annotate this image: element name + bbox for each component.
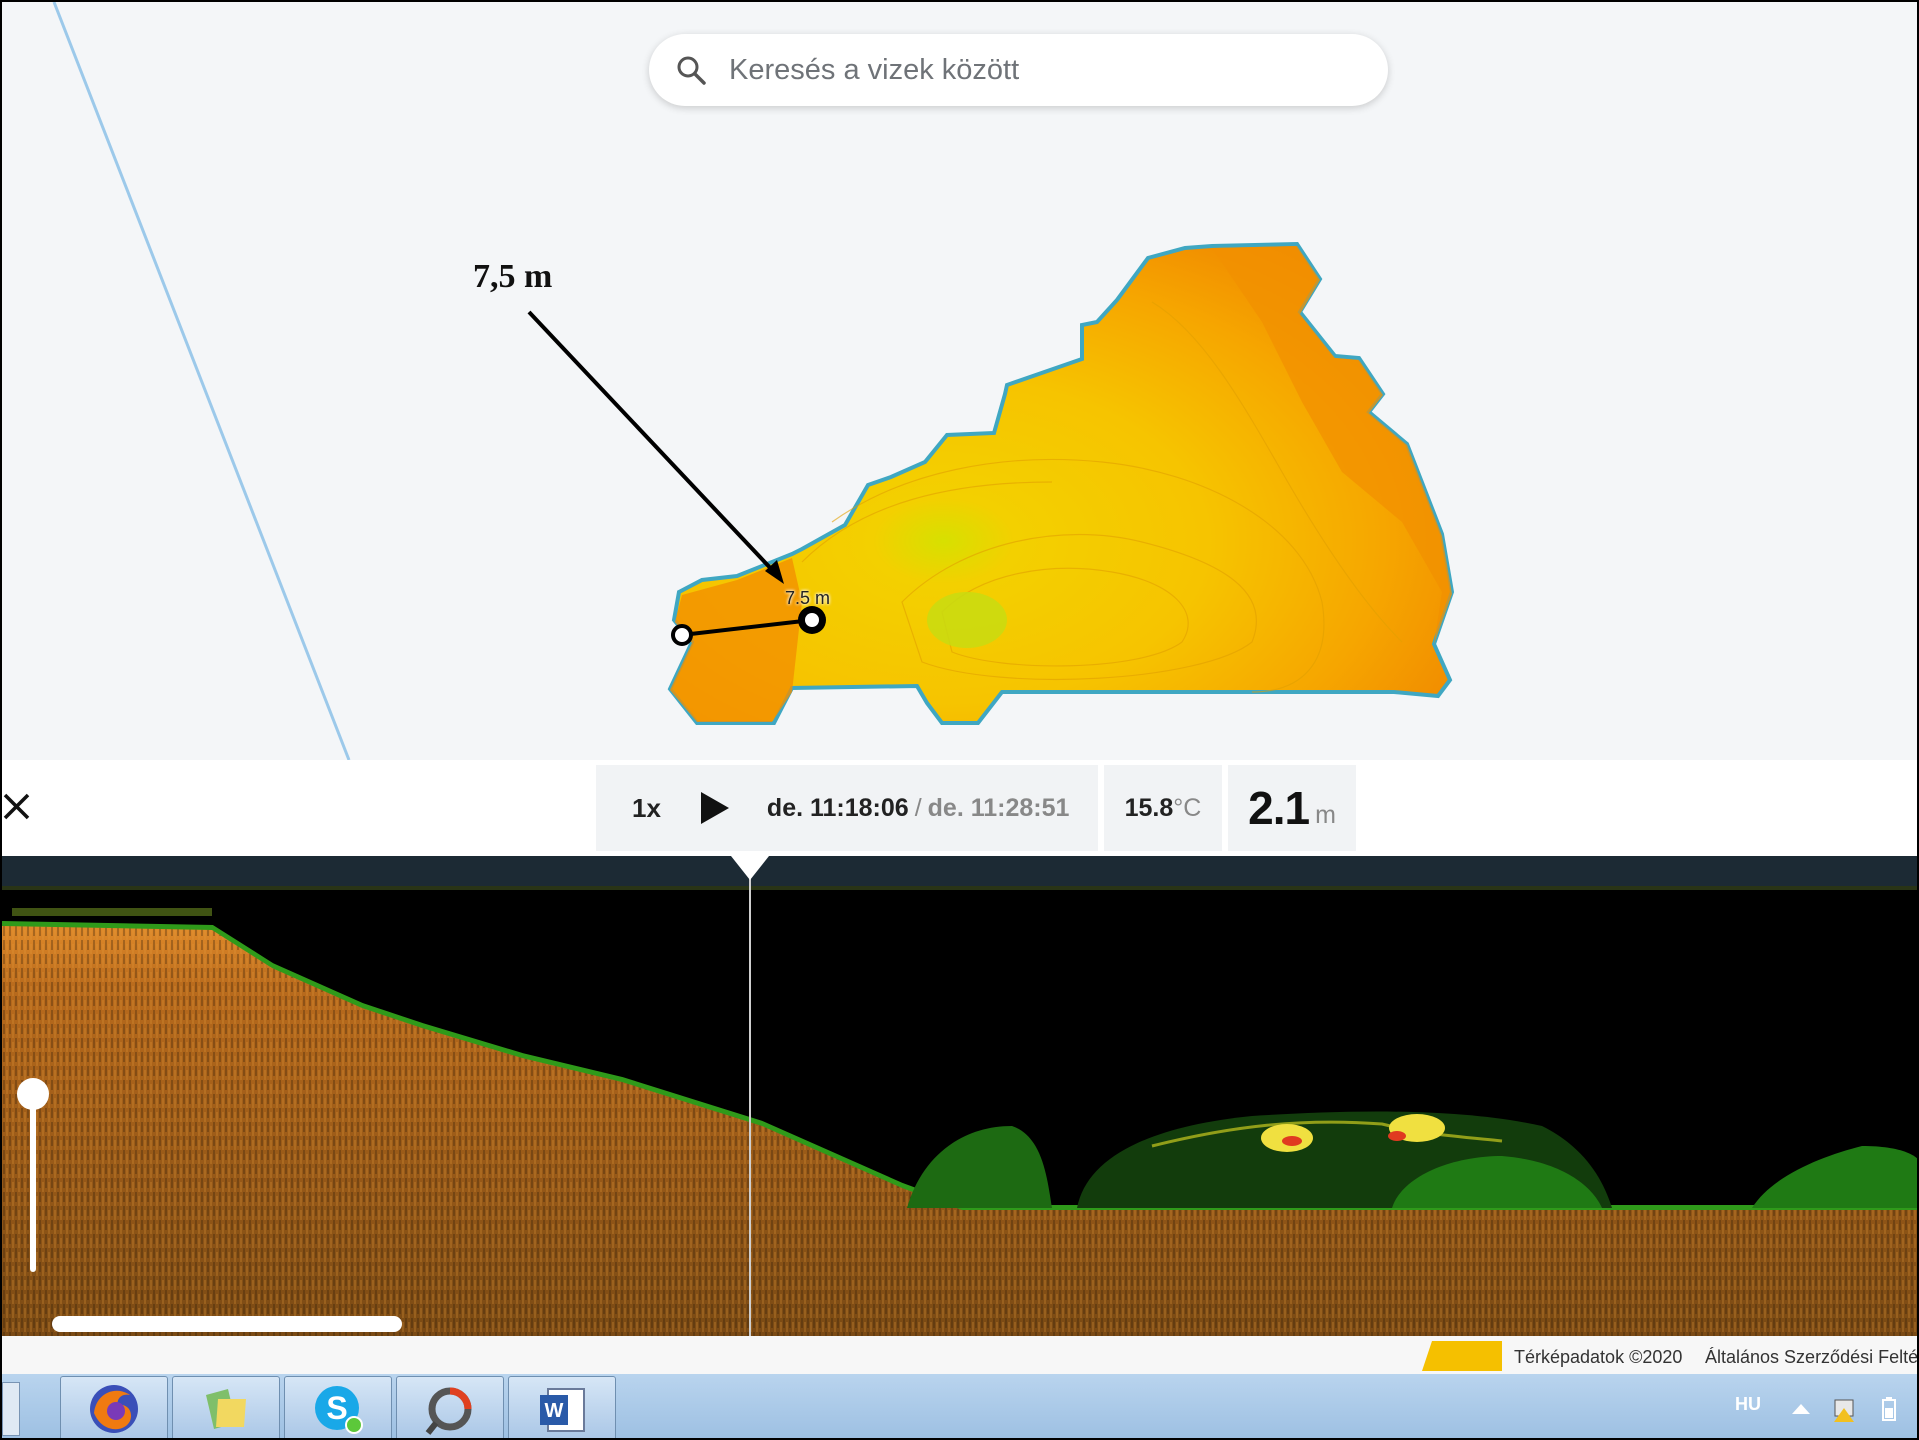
map-provider-logo (1422, 1341, 1502, 1371)
taskbar-app[interactable] (396, 1376, 504, 1438)
depth-unit: m (1315, 800, 1336, 829)
surface-line (2, 886, 1917, 890)
word-icon: W (540, 1388, 585, 1432)
depth-value: 2.1 (1248, 782, 1310, 834)
taskbar-word[interactable]: W (508, 1376, 616, 1438)
depth-slider-track[interactable] (30, 1088, 36, 1272)
callout-arrow (527, 310, 778, 576)
callout-depth-label: 7,5 m (473, 258, 553, 295)
map-canvas[interactable] (2, 2, 1919, 760)
folder-icon (206, 1389, 246, 1429)
search-icon (677, 56, 706, 85)
search-placeholder[interactable]: Keresés a vizek között (729, 54, 1019, 87)
current-time: de. 11:18:06 (766, 793, 909, 822)
taskbar-firefox[interactable] (60, 1376, 168, 1438)
depth-slider-knob[interactable] (17, 1078, 49, 1110)
end-time: de. 11:28:51 (927, 793, 1070, 822)
speed-button[interactable]: 1x (632, 793, 661, 824)
skype-icon: S (315, 1386, 363, 1434)
measure-start-point[interactable] (671, 624, 693, 646)
screen-frame: Keresés a vizek között 7,5 m 7.5 m 1x de… (0, 0, 1919, 1440)
playback-main-segment: 1x de. 11:18:06 / de. 11:28:51 (596, 765, 1098, 851)
taskbar-left-edge[interactable] (2, 1382, 20, 1436)
app-icon (425, 1387, 472, 1435)
close-icon[interactable] (2, 792, 32, 822)
temperature-unit: °C (1173, 793, 1202, 822)
firefox-icon (90, 1385, 138, 1433)
language-indicator[interactable]: HU (1735, 1394, 1761, 1415)
temperature-segment: 15.8 °C (1104, 765, 1222, 851)
map-data-credit: Térképadatok ©2020 (1514, 1347, 1683, 1367)
taskbar-skype[interactable]: S (284, 1376, 392, 1438)
svg-text:W: W (545, 1400, 564, 1422)
terms-link[interactable]: Általános Szerződési Feltételek (1705, 1347, 1917, 1368)
playback-cursor-marker[interactable] (731, 856, 769, 880)
action-center-icon[interactable] (1832, 1396, 1858, 1422)
battery-icon[interactable] (1876, 1396, 1902, 1422)
measure-end-point-inner (805, 613, 819, 627)
svg-text:S: S (326, 1390, 347, 1426)
shallow-spot (927, 592, 1007, 648)
surface-clutter (12, 908, 212, 916)
sonar-view[interactable] (2, 856, 1919, 1336)
tray-expand-icon[interactable] (1788, 1396, 1814, 1422)
measure-depth-label: 7.5 m (785, 588, 831, 608)
time-separator: / (914, 793, 922, 822)
playback-controls: 1x de. 11:18:06 / de. 11:28:51 15.8 °C 2… (596, 765, 1356, 851)
search-bar[interactable]: Keresés a vizek között (649, 34, 1388, 106)
map-view[interactable]: Keresés a vizek között 7,5 m 7.5 m (2, 2, 1919, 760)
surface-band (2, 856, 1917, 886)
bottom-texture (2, 926, 1917, 1336)
road-line (52, 2, 351, 760)
taskbar-files[interactable] (172, 1376, 280, 1438)
temperature-value: 15.8 (1124, 793, 1174, 822)
sonar-canvas[interactable] (2, 856, 1919, 1336)
depth-segment: 2.1 m (1228, 765, 1356, 851)
play-icon[interactable] (699, 790, 731, 826)
horizontal-scrollbar[interactable] (52, 1316, 402, 1332)
